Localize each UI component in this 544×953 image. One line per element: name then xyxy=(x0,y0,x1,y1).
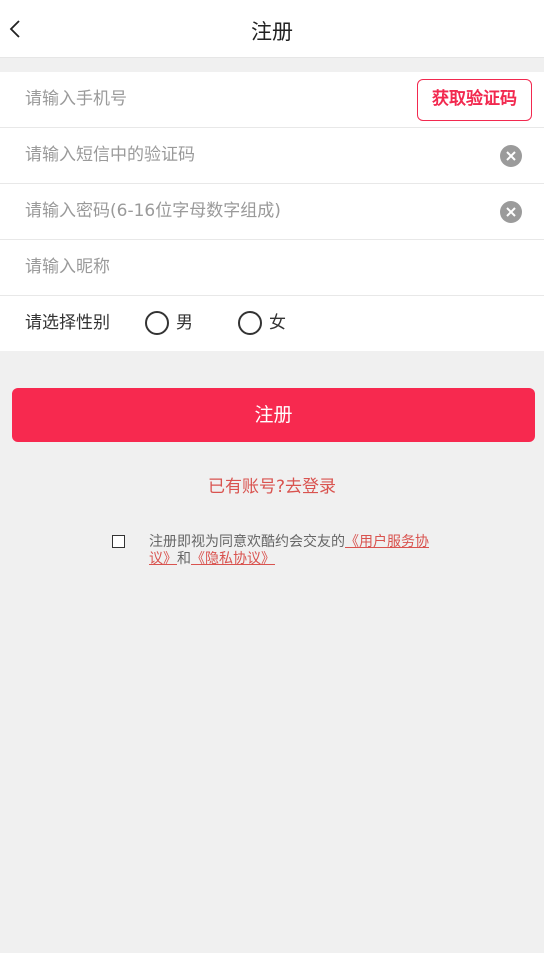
clear-circle-icon[interactable] xyxy=(500,201,522,223)
radio-circle-icon[interactable] xyxy=(145,311,169,335)
register-button[interactable]: 注册 xyxy=(12,388,535,442)
go-login-link[interactable]: 已有账号?去登录 xyxy=(0,472,544,497)
agreement-connector: 和 xyxy=(177,551,191,567)
agreement-prefix: 注册即视为同意欢酷约会交友的 xyxy=(149,534,345,550)
agreement-checkbox[interactable] xyxy=(112,535,125,548)
app-header: 注册 xyxy=(0,0,544,58)
password-input[interactable]: 请输入密码(6-16位字母数字组成) xyxy=(25,184,281,239)
radio-circle-icon[interactable] xyxy=(238,311,262,335)
gender-option-label: 女 xyxy=(269,313,286,333)
page-title: 注册 xyxy=(251,20,293,44)
gender-label: 请选择性别 xyxy=(25,313,110,333)
nickname-row: 请输入昵称 xyxy=(0,240,544,296)
phone-input[interactable]: 请输入手机号 xyxy=(25,72,127,127)
sms-code-row: 请输入短信中的验证码 xyxy=(0,128,544,184)
gender-row: 请选择性别 男 女 xyxy=(0,296,544,351)
sms-code-input[interactable]: 请输入短信中的验证码 xyxy=(25,128,195,183)
agreement-text: 注册即视为同意欢酷约会交友的《用户服务协议》和《隐私协议》 xyxy=(149,534,439,568)
register-form: 请输入手机号 获取验证码 请输入短信中的验证码 请输入密码(6-16位字母数字组… xyxy=(0,72,544,351)
password-row: 请输入密码(6-16位字母数字组成) xyxy=(0,184,544,240)
gender-option-label: 男 xyxy=(176,313,193,333)
get-code-button[interactable]: 获取验证码 xyxy=(417,79,532,121)
privacy-agreement-link[interactable]: 《隐私协议》 xyxy=(191,551,275,567)
clear-circle-icon[interactable] xyxy=(500,145,522,167)
phone-row: 请输入手机号 获取验证码 xyxy=(0,72,544,128)
nickname-input[interactable]: 请输入昵称 xyxy=(25,240,110,295)
